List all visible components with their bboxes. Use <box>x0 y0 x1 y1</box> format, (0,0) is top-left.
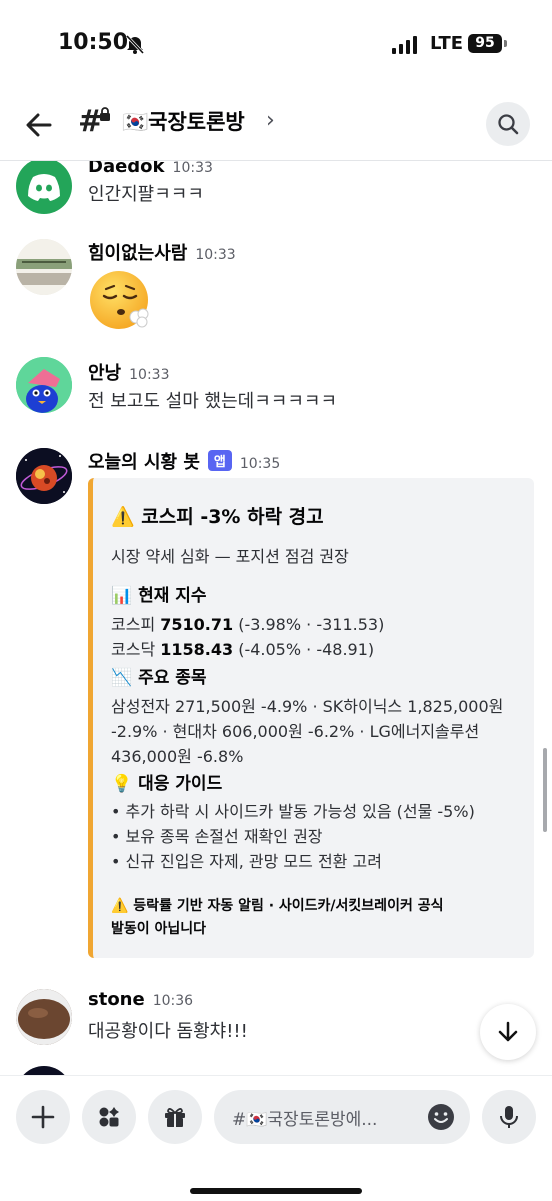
guide-item: • 추가 하락 시 사이드카 발동 가능성 있음 (선물 -5%) <box>111 802 475 821</box>
app-badge: 앱 <box>207 450 232 471</box>
message-composer: #🇰🇷국장토론방에... <box>0 1075 552 1201</box>
discord-logo-icon <box>28 174 60 201</box>
silent-bell-icon <box>124 33 146 59</box>
exhale-emoji-icon <box>88 269 154 339</box>
timestamp: 10:33 <box>195 247 236 263</box>
home-indicator <box>190 1188 362 1194</box>
message-text: 인간지퍌ㅋㅋㅋ <box>88 184 204 205</box>
avatar[interactable] <box>16 161 72 214</box>
network-type: LTE <box>430 33 464 54</box>
message-list[interactable]: Daedok 10:33 인간지퍌ㅋㅋㅋ 힘이없는사람 10:33 안낭 10:… <box>0 161 552 1075</box>
kospi-label: 코스피 <box>111 615 161 634</box>
jump-to-present-button[interactable] <box>480 1004 536 1060</box>
message-author[interactable]: Daedok 10:33 <box>88 161 213 177</box>
kospi-change: (-3.98% · -311.53) <box>233 615 385 634</box>
embed-title: ⚠️ 코스피 -3% 하락 경고 <box>111 506 324 528</box>
bot-embed: ⚠️ 코스피 -3% 하락 경고 시장 약세 심화 — 포지션 점검 권장 📊 … <box>88 478 534 958</box>
guide-item: • 신규 진입은 자제, 관망 모드 전환 고려 <box>111 852 382 871</box>
emoji-button[interactable] <box>426 1102 456 1136</box>
apps-icon <box>99 1107 119 1127</box>
avatar[interactable] <box>16 448 72 504</box>
gift-button[interactable] <box>148 1090 202 1144</box>
author-name[interactable]: Daedok <box>88 161 165 177</box>
emoji-icon <box>428 1104 454 1130</box>
section-title-stocks: 📉 주요 종목 <box>111 668 207 688</box>
voice-message-button[interactable] <box>482 1090 536 1144</box>
kosdaq-change: (-4.05% · -48.91) <box>233 640 375 659</box>
avatar-image <box>16 448 72 504</box>
embed-footer: ⚠️ 등락률 기반 자동 알림 · 사이드카/서킷브레이커 공식 <box>111 898 444 914</box>
timestamp: 10:35 <box>239 456 281 472</box>
message-input[interactable]: #🇰🇷국장토론방에... <box>214 1090 470 1144</box>
kosdaq-line: 코스닥 1158.43 (-4.05% · -48.91) <box>111 636 374 660</box>
plus-icon <box>31 1105 55 1129</box>
guide-item: • 보유 종목 손절선 재확인 권장 <box>111 827 323 846</box>
kospi-line: 코스피 7510.71 (-3.98% · -311.53) <box>111 611 384 635</box>
channel-header: # 🇰🇷국장토론방 › <box>0 90 552 161</box>
apps-button[interactable] <box>82 1090 136 1144</box>
search-button[interactable] <box>486 102 530 146</box>
section-title-index: 📊 현재 지수 <box>111 586 207 606</box>
message-author[interactable]: 오늘의 시황 봇 앱 10:35 <box>88 448 280 474</box>
status-time: 10:50 <box>58 30 129 55</box>
channel-title[interactable]: 🇰🇷국장토론방 <box>122 106 245 136</box>
stocks-line: 436,000원 -6.8% <box>111 747 244 766</box>
status-bar: 10:50 LTE 95 <box>0 0 552 90</box>
battery-icon: 95 <box>468 34 502 53</box>
timestamp: 10:36 <box>152 993 194 1009</box>
author-name[interactable]: 오늘의 시황 봇 <box>88 452 200 473</box>
lock-icon <box>99 106 111 125</box>
timestamp: 10:33 <box>129 367 170 383</box>
avatar[interactable] <box>16 239 72 295</box>
search-icon <box>498 114 519 135</box>
kosdaq-label: 코스닥 <box>111 640 161 659</box>
avatar-image <box>16 239 72 295</box>
timestamp: 10:33 <box>172 161 213 176</box>
signal-icon <box>392 36 417 54</box>
avatar[interactable] <box>16 989 72 1045</box>
author-name[interactable]: 안낭 <box>88 363 121 384</box>
embed-footer: 발동이 아닙니다 <box>111 921 207 937</box>
gift-icon <box>165 1108 185 1127</box>
message-author[interactable]: 안낭 10:33 <box>88 359 169 385</box>
kospi-value: 7510.71 <box>160 615 234 634</box>
battery-tip <box>504 40 507 47</box>
message-input-placeholder: #🇰🇷국장토론방에... <box>232 1110 378 1130</box>
message-author[interactable]: stone 10:36 <box>88 989 193 1010</box>
add-attachment-button[interactable] <box>16 1090 70 1144</box>
stocks-line: 삼성전자 271,500원 -4.9% · SK하이닉스 1,825,000원 <box>111 697 504 716</box>
scrollbar[interactable] <box>543 748 547 832</box>
embed-subtitle: 시장 약세 심화 — 포지션 점검 권장 <box>111 547 349 566</box>
kosdaq-value: 1158.43 <box>160 640 234 659</box>
avatar-image <box>16 989 72 1045</box>
stocks-line: -2.9% · 현대차 606,000원 -6.2% · LG에너지솔루션 <box>111 722 480 741</box>
author-name[interactable]: 힘이없는사람 <box>88 243 187 264</box>
author-name[interactable]: stone <box>88 989 145 1010</box>
avatar[interactable] <box>16 357 72 413</box>
message-author[interactable]: 힘이없는사람 10:33 <box>88 239 236 265</box>
message-text: 전 보고도 설마 했는데ㅋㅋㅋㅋㅋ <box>88 391 338 412</box>
section-title-guide: 💡 대응 가이드 <box>111 774 223 794</box>
microphone-icon <box>500 1106 518 1128</box>
chevron-right-icon[interactable]: › <box>266 108 275 133</box>
arrow-down-icon <box>498 1021 518 1042</box>
avatar[interactable] <box>16 1066 72 1075</box>
avatar-image <box>16 357 72 413</box>
message-text: 대공황이다 돔황챠!!! <box>88 1021 248 1042</box>
back-arrow-icon[interactable] <box>22 108 56 146</box>
